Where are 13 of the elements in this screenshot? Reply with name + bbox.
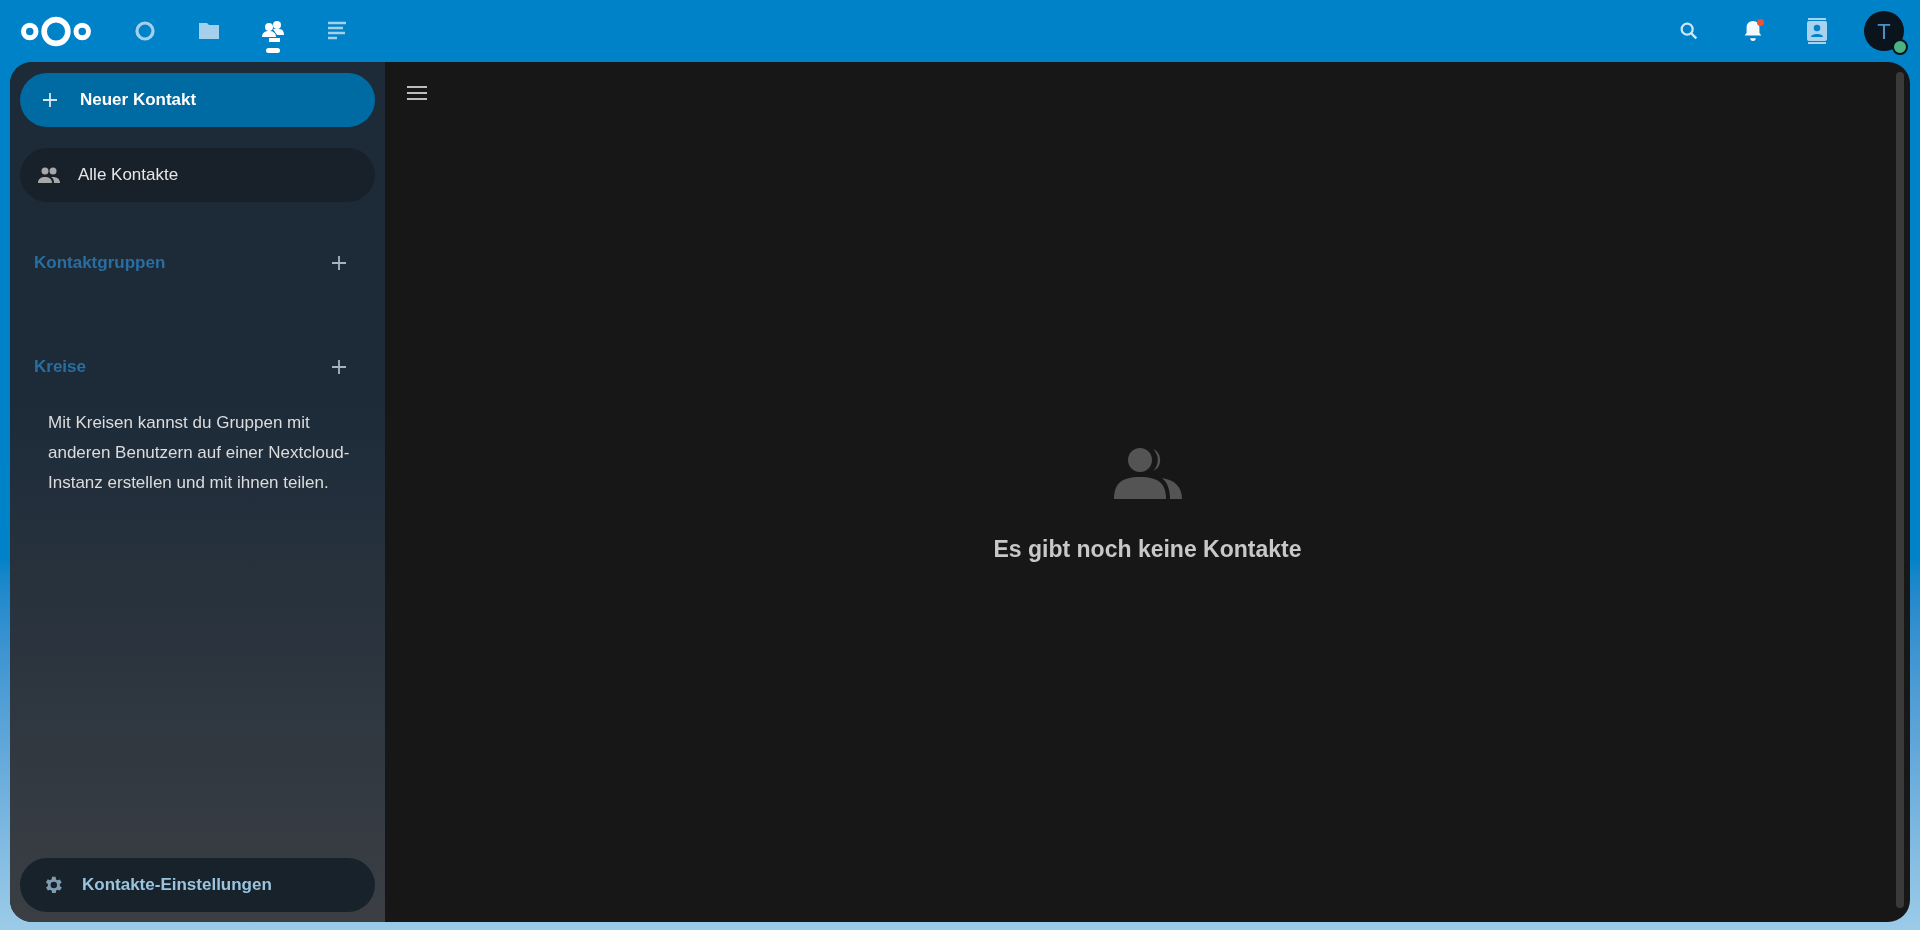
section-description: Mit Kreisen kannst du Gruppen mit anderen Benutzern auf einer Nextcloud-Instanz erstellen und mit ihnen teilen. [47,412,351,494]
new-contact-button[interactable]: Neuer Kontakt [20,73,375,127]
contacts-icon [1113,447,1182,499]
people-icon [38,167,60,183]
online-status-icon [1892,39,1908,55]
empty-state-message: Es gibt noch keine Kontakte [993,535,1302,564]
all-contacts-item[interactable]: Alle Kontakte [20,148,375,202]
settings-button[interactable]: Kontakte-Einstellungen [20,858,375,912]
plus-icon [42,92,58,108]
add-icon[interactable] [331,255,347,271]
add-icon[interactable] [331,359,347,375]
section-heading: Kontaktgruppen [34,252,166,275]
section-heading: Kreise [34,356,86,379]
